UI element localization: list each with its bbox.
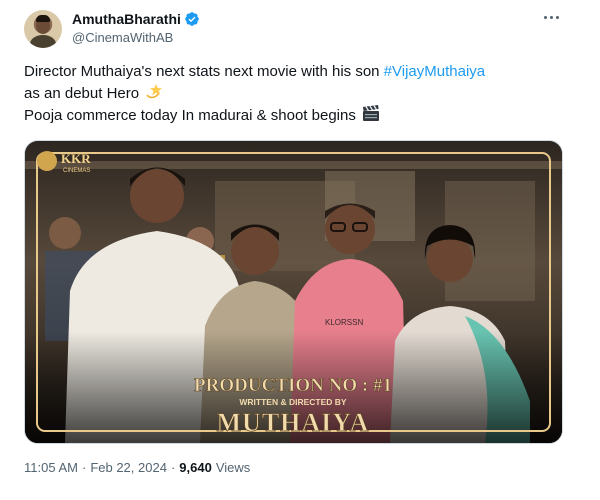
shirt-print-text: KLORSSN — [325, 318, 363, 327]
more-options-icon[interactable] — [538, 6, 564, 28]
verified-badge-icon — [185, 12, 199, 26]
author-row: AmuthaBharathi — [72, 11, 200, 27]
meta-separator-2: · — [170, 460, 176, 475]
poster-title: PRODUCTION NO : #1 — [194, 375, 392, 396]
tweet-card: AmuthaBharathi @CinemaWithAB Director Mu… — [0, 0, 600, 500]
poster-subtitle: WRITTEN & DIRECTED BY — [239, 397, 347, 407]
post-line-3: Pooja commerce today In madurai & shoot … — [24, 107, 356, 124]
clapper-board-icon — [363, 105, 380, 121]
display-name[interactable]: AmuthaBharathi — [72, 11, 181, 27]
views-label: Views — [215, 460, 251, 475]
poster-artwork: KLORSSN KKR CINEMAS PRODUCTION NO : #1 W… — [25, 141, 562, 443]
post-meta: 11:05 AM · Feb 22, 2024 · 9,640 Views — [24, 460, 250, 475]
logo-text: KKR — [61, 151, 91, 166]
post-date[interactable]: Feb 22, 2024 — [90, 460, 167, 475]
author-handle[interactable]: @CinemaWithAB — [72, 30, 173, 45]
avatar[interactable] — [24, 10, 62, 48]
hashtag-link[interactable]: #VijayMuthaiya — [384, 63, 485, 80]
poster-director-name: MUTHAIYA — [217, 408, 370, 437]
meta-separator: · — [81, 460, 87, 475]
post-line-2: as an debut Hero — [24, 85, 140, 102]
post-line-1: Director Muthaiya's next stats next movi… — [24, 63, 384, 80]
logo-subtext: CINEMAS — [63, 168, 90, 174]
post-image[interactable]: KLORSSN KKR CINEMAS PRODUCTION NO : #1 W… — [24, 140, 563, 444]
post-text: Director Muthaiya's next stats next movi… — [24, 61, 569, 126]
post-time[interactable]: 11:05 AM — [24, 460, 78, 475]
views-count: 9,640 — [179, 460, 212, 475]
dizzy-star-icon — [146, 84, 163, 99]
